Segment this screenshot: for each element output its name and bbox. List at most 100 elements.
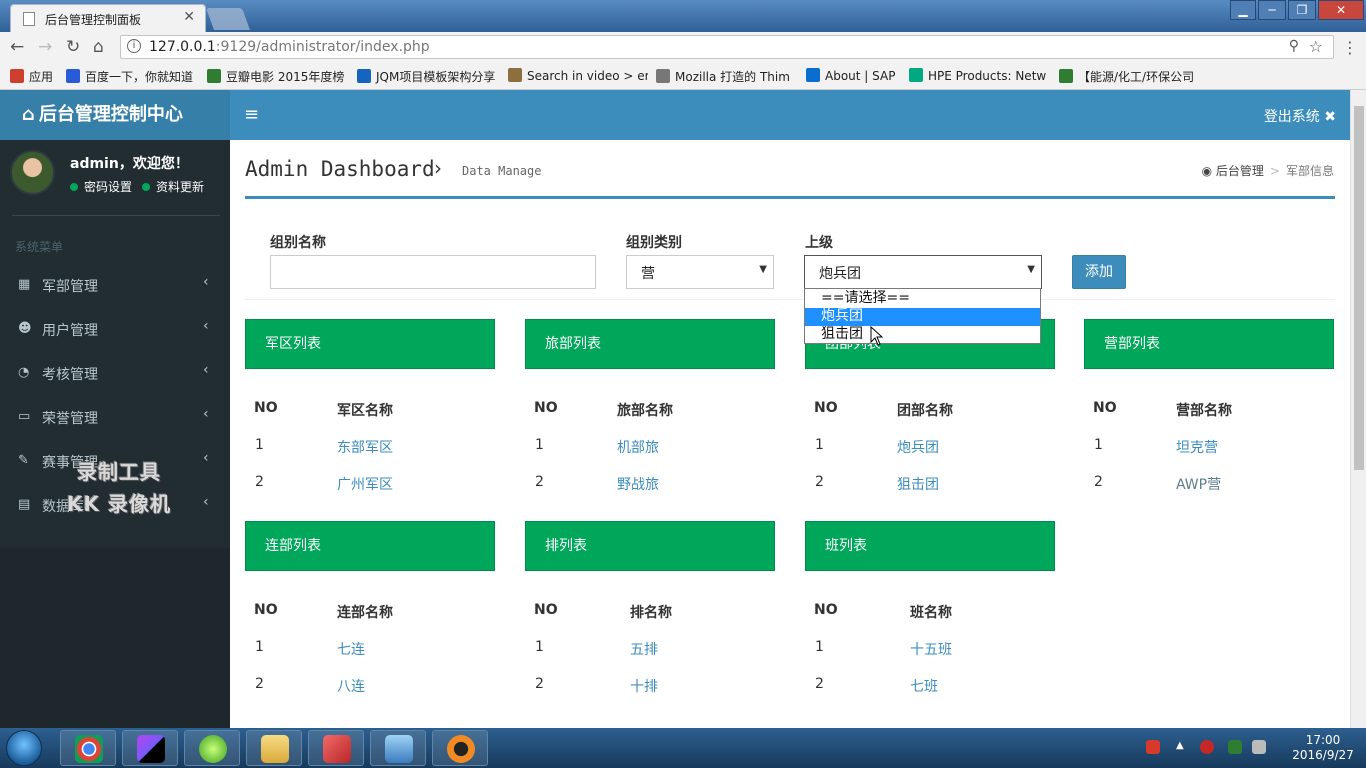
- table-cell-link[interactable]: 坦克营: [1176, 437, 1218, 457]
- profile-update-link[interactable]: 资料更新: [142, 178, 204, 195]
- table-cell-link[interactable]: 七班: [910, 676, 938, 696]
- column-header-name: 旅部名称: [617, 403, 673, 419]
- table-cell-link[interactable]: 八连: [337, 676, 365, 696]
- key-icon[interactable]: ⚲: [1289, 38, 1299, 54]
- table-cell-link[interactable]: 广州军区: [337, 474, 393, 494]
- card-header: 排列表: [525, 521, 775, 571]
- dropdown-option[interactable]: 炮兵团: [805, 308, 1040, 326]
- table-cell-link[interactable]: 十五班: [910, 639, 952, 659]
- bookmarks-bar: 应用 百度一下，你就知道 豆瓣电影 2015年度榜 JQM项目模板架构分享 Search…: [0, 62, 1366, 90]
- bookmark-star-icon[interactable]: ☆: [1309, 37, 1323, 56]
- taskbar-phpstorm[interactable]: [122, 730, 178, 766]
- sidebar-item[interactable]: ☻ 用户管理 ‹: [0, 308, 230, 352]
- title-divider: [245, 196, 1335, 199]
- browser-tab[interactable]: 后台管理控制面板 ✕: [10, 4, 206, 32]
- address-bar[interactable]: i 127.0.0.1:9129/administrator/index.php…: [120, 35, 1334, 59]
- dropdown-option[interactable]: ==请选择==: [805, 290, 1040, 308]
- bookmark-item[interactable]: Mozilla 打造的 Thim: [656, 68, 801, 85]
- add-button[interactable]: 添加: [1072, 255, 1126, 289]
- parent-select-dropdown[interactable]: ==请选择== 炮兵团 狙击团: [804, 288, 1041, 344]
- url-text[interactable]: 127.0.0.1:9129/administrator/index.php: [149, 39, 430, 55]
- taskbar-app-notes[interactable]: [308, 730, 364, 766]
- bookmark-item[interactable]: 百度一下，你就知道: [66, 68, 201, 85]
- taskbar-chrome[interactable]: [60, 730, 116, 766]
- table-cell-link[interactable]: 五排: [630, 639, 658, 659]
- table-cell-link[interactable]: 东部军区: [337, 437, 393, 457]
- window-maximize-button[interactable]: ❐: [1288, 0, 1316, 20]
- page-scrollbar[interactable]: [1350, 90, 1366, 728]
- bookmark-item[interactable]: JQM项目模板架构分享: [357, 68, 503, 85]
- taskbar-app-recorder[interactable]: [432, 730, 488, 766]
- pie-chart-icon: ◔: [18, 365, 30, 380]
- tray-expand-icon[interactable]: ▲: [1176, 740, 1190, 754]
- table-cell-link[interactable]: 炮兵团: [897, 437, 939, 457]
- page-subtitle: Data Manage: [462, 164, 542, 178]
- tab-title: 后台管理控制面板: [45, 13, 142, 27]
- page-favicon-icon: [23, 12, 35, 26]
- bookmark-item[interactable]: HPE Products: Netw: [909, 68, 1049, 83]
- reload-icon[interactable]: ↻: [66, 37, 80, 57]
- bookmark-item[interactable]: Search in video > er: [508, 68, 648, 83]
- dropdown-option[interactable]: 狙击团: [805, 326, 1040, 344]
- password-settings-link[interactable]: 密码设置: [70, 178, 132, 195]
- table-cell-no: 1: [1094, 437, 1103, 453]
- brand-logo[interactable]: ⌂ 后台管理控制中心: [0, 90, 230, 140]
- table-cell-link[interactable]: AWP营: [1176, 474, 1221, 494]
- table-cell-link[interactable]: 七连: [337, 639, 365, 659]
- group-type-select[interactable]: 营 ▼: [626, 255, 774, 289]
- table-cell-link[interactable]: 野战旅: [617, 474, 659, 494]
- window-close-button[interactable]: ✕: [1318, 0, 1364, 20]
- taskbar-app-picture[interactable]: [370, 730, 426, 766]
- bookmark-icon: [508, 68, 522, 82]
- network-icon[interactable]: [1228, 740, 1242, 754]
- recorder-watermark: 录制工具 KK 录像机: [67, 460, 171, 516]
- column-header-no: NO: [534, 400, 558, 416]
- sidebar-item[interactable]: ▭ 荣誉管理 ‹: [0, 396, 230, 440]
- bookmark-item[interactable]: About | SAP: [806, 68, 902, 83]
- grid-icon: ▦: [18, 277, 31, 292]
- ime-icon[interactable]: [1146, 740, 1160, 754]
- home-icon[interactable]: ⌂: [93, 37, 104, 57]
- caret-down-icon: ▼: [759, 264, 767, 275]
- table-cell-link[interactable]: 机部旅: [617, 437, 659, 457]
- window-minimize-tray-button[interactable]: ▁: [1230, 0, 1256, 20]
- volume-icon[interactable]: [1252, 740, 1266, 754]
- bookmark-item[interactable]: 豆瓣电影 2015年度榜: [207, 68, 352, 85]
- table-cell-link[interactable]: 十排: [630, 676, 658, 696]
- breadcrumb-home[interactable]: 后台管理: [1216, 164, 1264, 178]
- new-tab-button[interactable]: [205, 8, 251, 30]
- avatar: [10, 150, 55, 195]
- card-header: 旅部列表: [525, 319, 775, 369]
- taskbar-app-green[interactable]: [184, 730, 240, 766]
- table-cell-link[interactable]: 狙击团: [897, 474, 939, 494]
- parent-select[interactable]: 炮兵团 ▼: [804, 255, 1042, 289]
- bookmark-icon: [207, 69, 221, 83]
- logout-button[interactable]: 登出系统 ✖: [1264, 106, 1336, 126]
- start-button[interactable]: [6, 730, 42, 766]
- scrollbar-thumb[interactable]: [1354, 106, 1364, 470]
- tab-close-icon[interactable]: ✕: [183, 9, 195, 25]
- forward-arrow-icon[interactable]: →: [38, 37, 52, 57]
- taskbar-explorer[interactable]: [246, 730, 302, 766]
- menu-toggle-icon[interactable]: ≡: [244, 104, 259, 125]
- form-divider: [245, 299, 1335, 300]
- breadcrumb-current: 军部信息: [1285, 164, 1334, 178]
- sidebar-item[interactable]: ▦ 军部管理 ‹: [0, 264, 230, 308]
- site-info-icon[interactable]: i: [127, 39, 141, 53]
- back-arrow-icon[interactable]: ←: [10, 37, 24, 57]
- breadcrumb: ◉ 后台管理 > 军部信息: [1201, 164, 1334, 178]
- tray-app-icon[interactable]: [1200, 740, 1214, 754]
- clock[interactable]: 17:00 2016/9/27: [1292, 733, 1354, 763]
- bookmark-item[interactable]: 【能源/化工/环保公司: [1059, 68, 1199, 85]
- chevron-left-icon: ‹: [203, 362, 209, 378]
- mouse-cursor-icon: [870, 326, 884, 346]
- sidebar-item[interactable]: ◔ 考核管理 ‹: [0, 352, 230, 396]
- window-minimize-button[interactable]: ─: [1258, 0, 1286, 20]
- table-cell-no: 1: [535, 639, 544, 655]
- user-greeting: admin，欢迎您！: [70, 156, 189, 172]
- browser-menu-icon[interactable]: ⋮: [1342, 38, 1358, 57]
- bookmark-item[interactable]: 应用: [10, 68, 60, 85]
- column-header-name: 军区名称: [337, 403, 393, 419]
- group-name-input[interactable]: [270, 255, 596, 289]
- sidebar-item-label: 军部管理: [42, 279, 98, 295]
